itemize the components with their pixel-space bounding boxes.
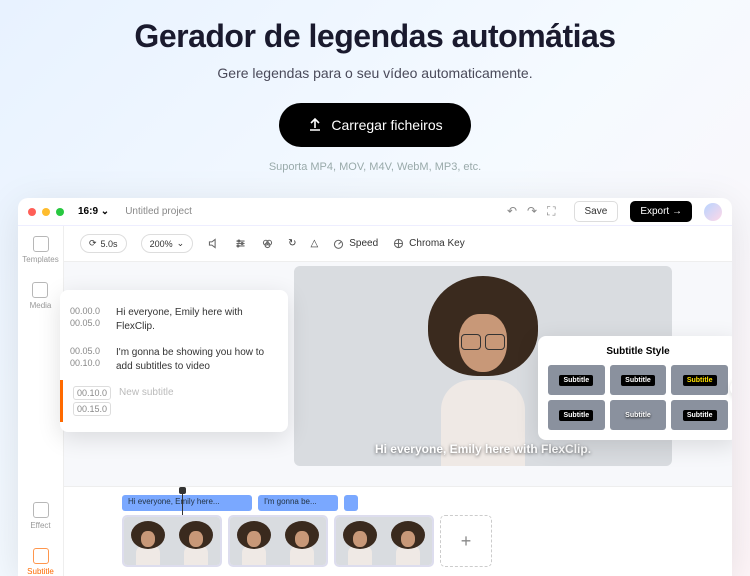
redo-button[interactable]: ↷: [527, 204, 537, 219]
style-option[interactable]: Subtitle: [671, 365, 728, 395]
duration-control[interactable]: ⟳ 5.0s: [80, 234, 127, 253]
sidebar: Templates Media Effect Subtitle: [18, 226, 64, 576]
filter-button[interactable]: [261, 237, 274, 250]
subtitle-row[interactable]: 00.10.000.15.0 New subtitle: [60, 380, 288, 422]
subtitle-row[interactable]: 00.05.000.10.0 I'm gonna be showing you …: [60, 340, 288, 380]
video-toolbar: ⟳ 5.0s 200% ⌄ ↻ △ Speed Chroma Key: [64, 226, 732, 262]
subtitle-input[interactable]: New subtitle: [119, 386, 278, 416]
window-titlebar: 16:9 ⌄ Untitled project ↶ ↷ ⛶ Save Expor…: [18, 198, 732, 226]
subtitle-clip[interactable]: [344, 495, 358, 511]
chroma-button[interactable]: Chroma Key: [392, 237, 465, 250]
video-clip[interactable]: [334, 515, 434, 567]
rotate-button[interactable]: ↻: [288, 238, 296, 249]
video-clip[interactable]: [122, 515, 222, 567]
stage: ⟳ 5.0s 200% ⌄ ↻ △ Speed Chroma Key Hi ev…: [64, 226, 732, 576]
media-icon: [32, 282, 48, 298]
style-option[interactable]: Subtitle: [548, 400, 605, 430]
editor-app: 16:9 ⌄ Untitled project ↶ ↷ ⛶ Save Expor…: [18, 198, 732, 576]
subtitle-editor: 00.00.000.05.0 Hi everyone, Emily here w…: [60, 290, 288, 432]
project-title[interactable]: Untitled project: [125, 206, 501, 217]
sidebar-item-templates[interactable]: Templates: [22, 236, 58, 264]
sidebar-item-subtitle[interactable]: Subtitle: [27, 548, 54, 576]
timeline[interactable]: Hi everyone, Emily here... I'm gonna be.…: [64, 486, 732, 576]
export-button[interactable]: Export →: [630, 201, 692, 222]
adjust-button[interactable]: [234, 237, 247, 250]
style-option[interactable]: Subtitle: [671, 400, 728, 430]
video-clip[interactable]: [228, 515, 328, 567]
fullscreen-button[interactable]: ⛶: [547, 204, 555, 219]
upload-icon: [307, 117, 323, 133]
styles-title: Subtitle Style: [548, 346, 728, 357]
preview-person: [413, 276, 553, 456]
save-button[interactable]: Save: [574, 201, 619, 222]
subtitle-clip[interactable]: I'm gonna be...: [258, 495, 338, 511]
window-maximize-icon[interactable]: [56, 208, 64, 216]
subtitle-row[interactable]: 00.00.000.05.0 Hi everyone, Emily here w…: [60, 300, 288, 340]
style-option[interactable]: Subtitle: [610, 400, 667, 430]
subtitle-text[interactable]: I'm gonna be showing you how to add subt…: [116, 346, 278, 374]
upload-label: Carregar ficheiros: [331, 117, 442, 133]
templates-icon: [33, 236, 49, 252]
avatar[interactable]: [704, 203, 722, 221]
style-option[interactable]: Subtitle: [548, 365, 605, 395]
upload-button[interactable]: Carregar ficheiros: [279, 103, 470, 147]
page-subtitle: Gere legendas para o seu vídeo automatic…: [0, 65, 750, 81]
flip-button[interactable]: △: [311, 238, 319, 249]
styles-next-button[interactable]: ›: [730, 379, 732, 397]
window-minimize-icon[interactable]: [42, 208, 50, 216]
aspect-ratio[interactable]: 16:9 ⌄: [78, 206, 109, 217]
sidebar-item-effect[interactable]: Effect: [30, 502, 50, 530]
subtitle-style-panel: Subtitle Style Subtitle Subtitle Subtitl…: [538, 336, 732, 440]
style-option[interactable]: Subtitle: [610, 365, 667, 395]
subtitle-text[interactable]: Hi everyone, Emily here with FlexClip.: [116, 306, 278, 334]
subtitle-clip[interactable]: Hi everyone, Emily here...: [122, 495, 252, 511]
volume-button[interactable]: [207, 237, 220, 250]
preview-caption: Hi everyone, Emily here with FlexClip.: [294, 442, 672, 456]
speed-button[interactable]: Speed: [332, 237, 378, 250]
window-close-icon[interactable]: [28, 208, 36, 216]
add-clip-button[interactable]: +: [440, 515, 492, 567]
support-text: Suporta MP4, MOV, M4V, WebM, MP3, etc.: [0, 161, 750, 173]
zoom-control[interactable]: 200% ⌄: [141, 234, 194, 253]
subtitle-icon: [33, 548, 49, 564]
video-track[interactable]: +: [122, 515, 674, 567]
subtitle-track[interactable]: Hi everyone, Emily here... I'm gonna be.…: [122, 495, 674, 511]
page-title: Gerador de legendas automátias: [0, 18, 750, 55]
sidebar-item-media[interactable]: Media: [30, 282, 52, 310]
undo-button[interactable]: ↶: [507, 204, 517, 219]
effect-icon: [33, 502, 49, 518]
